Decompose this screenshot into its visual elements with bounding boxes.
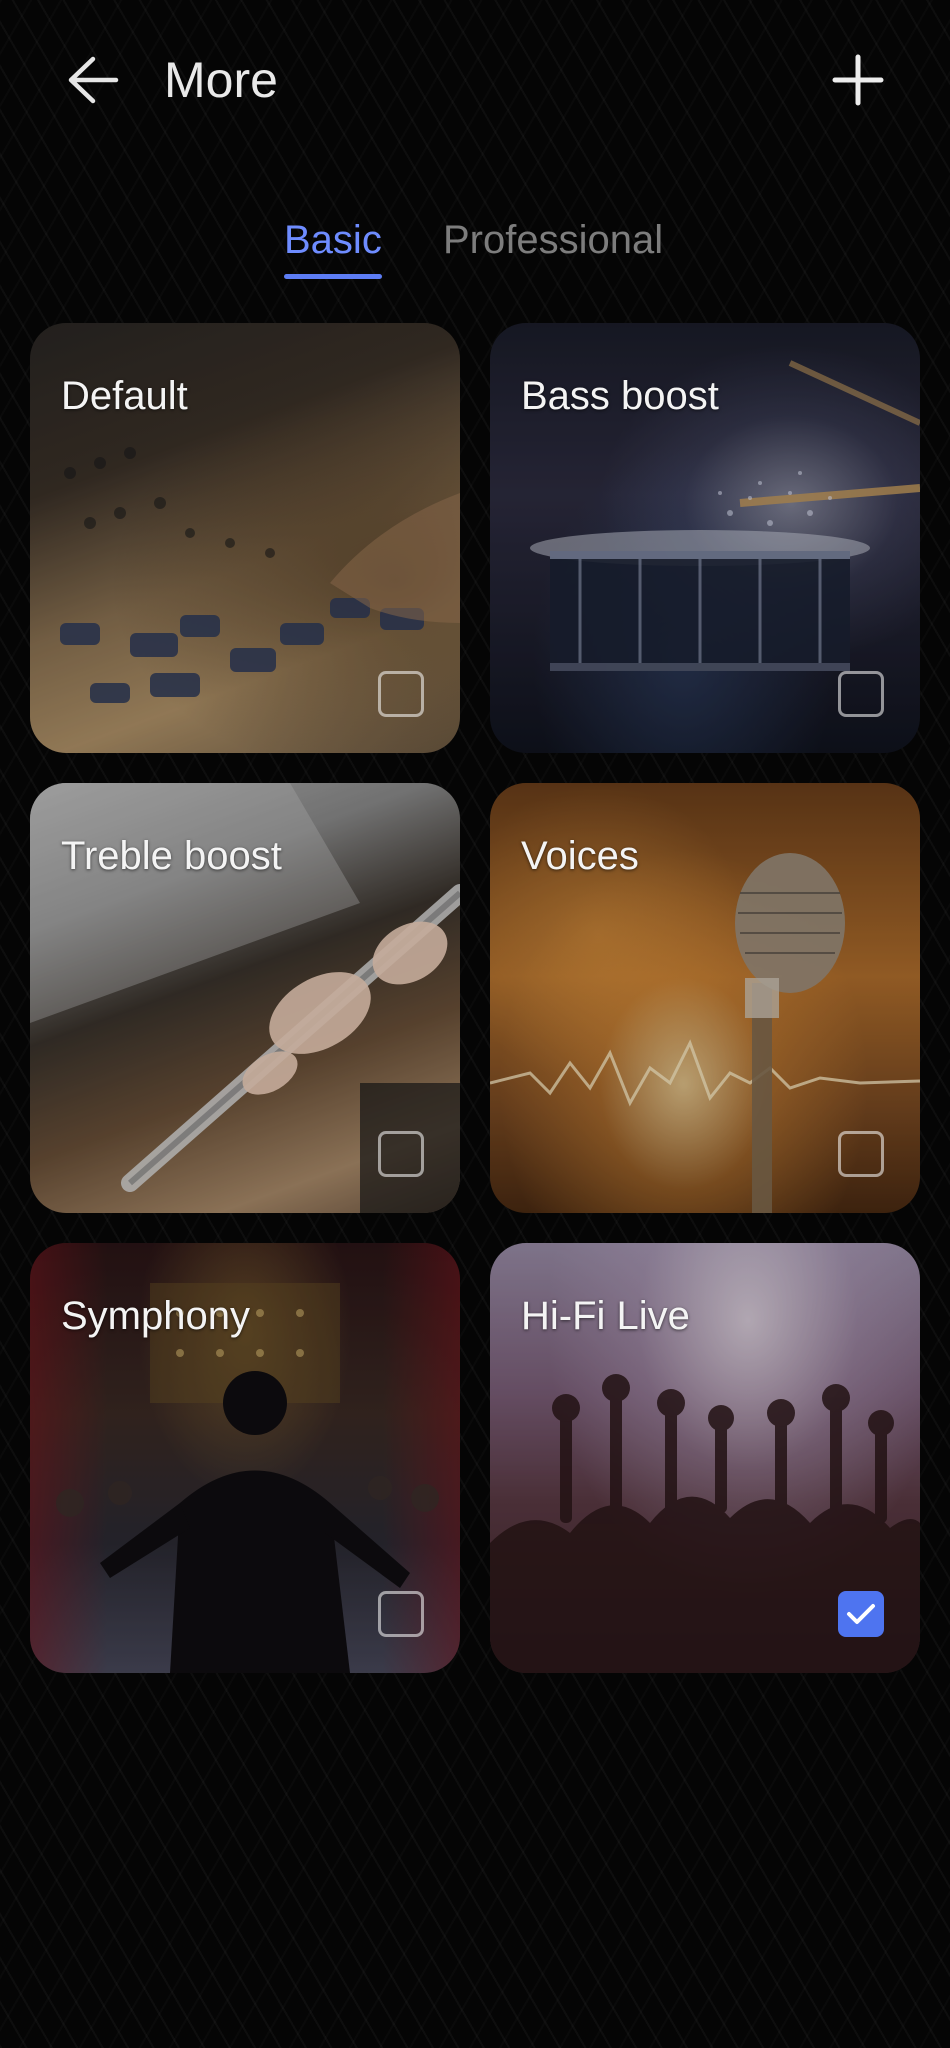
arrow-left-icon: [68, 56, 119, 104]
add-button[interactable]: [822, 40, 894, 120]
tab-professional-label: Professional: [443, 218, 664, 262]
preset-label: Voices: [521, 834, 639, 878]
preset-card-treble-boost[interactable]: Treble boost: [30, 783, 460, 1213]
tab-bar: Basic Professional: [0, 210, 950, 290]
tab-basic-label: Basic: [284, 218, 382, 262]
preset-label: Hi-Fi Live: [521, 1294, 690, 1338]
tab-basic[interactable]: Basic: [284, 210, 382, 279]
page-title: More: [164, 52, 278, 108]
preset-label: Default: [61, 374, 188, 418]
preset-card-symphony[interactable]: Symphony: [30, 1243, 460, 1673]
preset-card-voices[interactable]: Voices: [490, 783, 920, 1213]
plus-icon: [832, 54, 884, 106]
preset-label: Bass boost: [521, 374, 719, 418]
tab-selected-indicator: [284, 274, 382, 279]
preset-checkbox-bass-boost[interactable]: [838, 671, 884, 717]
preset-label: Symphony: [61, 1294, 250, 1338]
app-bar: More: [0, 0, 950, 160]
back-button[interactable]: [58, 40, 128, 120]
tab-professional[interactable]: Professional: [443, 210, 663, 270]
preset-label: Treble boost: [61, 834, 282, 878]
preset-checkbox-default[interactable]: [378, 671, 424, 717]
preset-checkbox-hifi-live[interactable]: [838, 1591, 884, 1637]
checkmark-icon: [847, 1604, 875, 1624]
preset-checkbox-voices[interactable]: [838, 1131, 884, 1177]
preset-checkbox-symphony[interactable]: [378, 1591, 424, 1637]
preset-card-default[interactable]: Default: [30, 323, 460, 753]
preset-card-bass-boost[interactable]: Bass boost: [490, 323, 920, 753]
preset-card-hifi-live[interactable]: Hi-Fi Live: [490, 1243, 920, 1673]
sound-effects-screen: More Basic Professional Default Bass boo…: [0, 0, 950, 2048]
preset-checkbox-treble-boost[interactable]: [378, 1131, 424, 1177]
